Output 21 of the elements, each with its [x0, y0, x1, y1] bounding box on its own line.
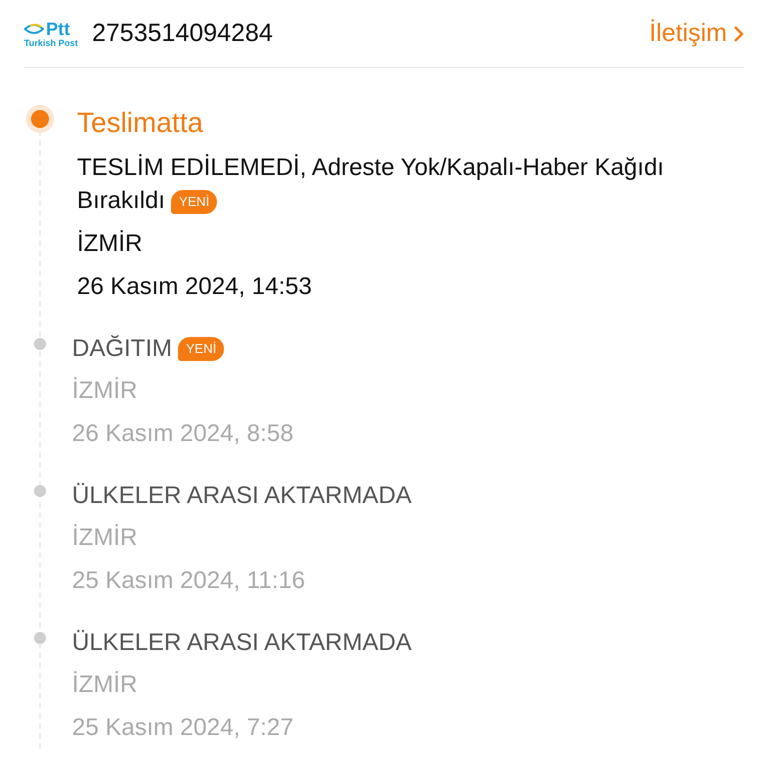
- logo-brand: Ptt: [46, 20, 70, 38]
- new-badge: YENİ: [178, 337, 224, 361]
- location: İZMİR: [77, 229, 144, 259]
- status-title: DAĞITIM: [72, 334, 172, 364]
- status-title: Teslimatta: [77, 106, 204, 140]
- eye-icon: [24, 22, 44, 34]
- timestamp: 26 Kasım 2024, 8:58: [72, 419, 294, 449]
- logo-subtitle: Turkish Post: [24, 38, 78, 48]
- location: İZMİR: [72, 376, 138, 406]
- timestamp: 26 Kasım 2024, 14:53: [77, 272, 313, 302]
- tracking-number: 2753514094284: [92, 19, 274, 48]
- status-title: ÜLKELER ARASI AKTARMADA: [72, 628, 412, 658]
- contact-link[interactable]: İletişim: [649, 19, 744, 48]
- chevron-right-icon: [733, 24, 744, 42]
- status-detail: TESLİM EDİLEMEDİ, Adreste Yok/Kapalı-Haber Kağıdı Bırakıldı YENİ: [77, 153, 665, 216]
- timestamp: 25 Kasım 2024, 7:27: [72, 713, 294, 743]
- timestamp: 25 Kasım 2024, 11:16: [72, 566, 306, 596]
- location: İZMİR: [72, 670, 138, 700]
- location: İZMİR: [72, 523, 138, 553]
- status-title: ÜLKELER ARASI AKTARMADA: [72, 481, 412, 511]
- new-badge: YENİ: [171, 190, 218, 214]
